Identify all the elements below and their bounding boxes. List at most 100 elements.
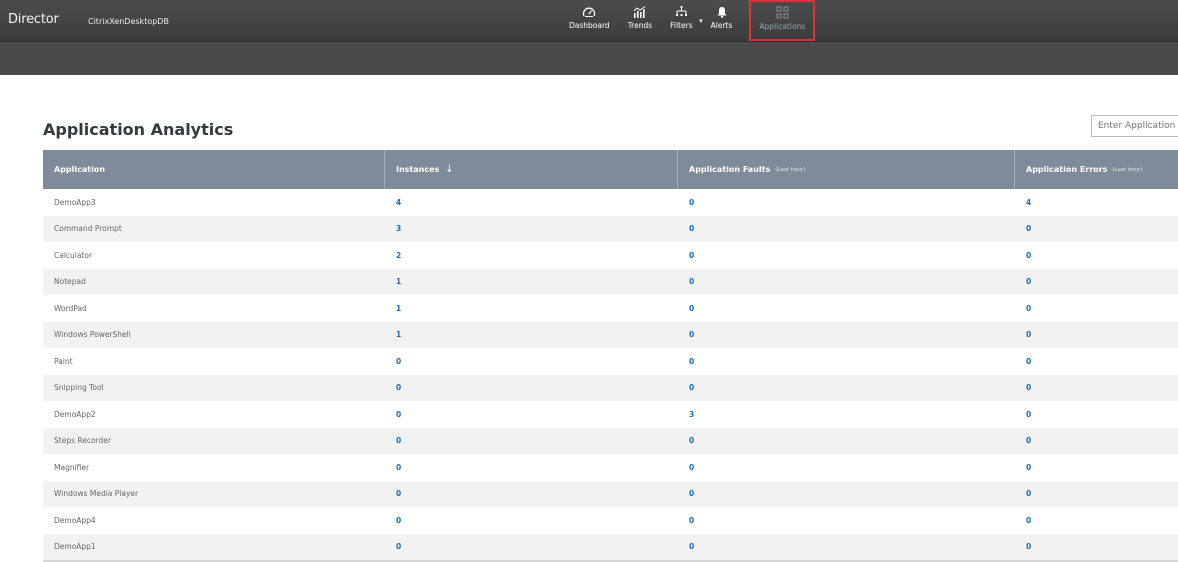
errors-link[interactable]: 0 bbox=[1015, 357, 1178, 366]
errors-link[interactable]: 0 bbox=[1015, 330, 1178, 339]
nav-label: Applications bbox=[759, 22, 806, 31]
instances-link[interactable]: 2 bbox=[385, 251, 678, 260]
table-row[interactable]: Magnifier 0 0 0 bbox=[43, 454, 1178, 481]
table-row[interactable]: Steps Recorder 0 0 0 bbox=[43, 427, 1178, 454]
errors-link[interactable]: 0 bbox=[1015, 516, 1178, 525]
page-title: Application Analytics bbox=[43, 120, 234, 139]
nav-label: Filters bbox=[670, 21, 693, 30]
instances-link[interactable]: 0 bbox=[385, 489, 678, 498]
instances-link[interactable]: 4 bbox=[385, 198, 678, 207]
errors-link[interactable]: 0 bbox=[1015, 224, 1178, 233]
errors-link[interactable]: 0 bbox=[1015, 383, 1178, 392]
table-row[interactable]: Command Prompt 3 0 0 bbox=[43, 215, 1178, 242]
faults-link[interactable]: 0 bbox=[678, 251, 1015, 260]
instances-link[interactable]: 0 bbox=[385, 542, 678, 551]
app-name-cell: Notepad bbox=[54, 277, 86, 287]
faults-link[interactable]: 0 bbox=[678, 224, 1015, 233]
faults-link[interactable]: 0 bbox=[678, 357, 1015, 366]
table-row[interactable]: DemoApp3 4 0 4 bbox=[43, 189, 1178, 216]
faults-link[interactable]: 0 bbox=[678, 542, 1015, 551]
faults-link[interactable]: 0 bbox=[678, 304, 1015, 313]
nav-label: Dashboard bbox=[569, 21, 610, 30]
table-row[interactable]: WordPad 1 0 0 bbox=[43, 295, 1178, 322]
nav-label: Trends bbox=[627, 21, 653, 30]
column-sublabel: (Last hour) bbox=[775, 166, 806, 173]
app-name-cell: WordPad bbox=[54, 303, 87, 313]
table-row[interactable]: DemoApp4 0 0 0 bbox=[43, 507, 1178, 534]
table-body: DemoApp3 4 0 4 Command Prompt 3 0 0 Calculator 2 0… bbox=[43, 189, 1178, 560]
instances-link[interactable]: 0 bbox=[385, 463, 678, 472]
nav-dashboard[interactable]: Dashboard bbox=[560, 0, 619, 41]
errors-link[interactable]: 0 bbox=[1015, 489, 1178, 498]
gauge-icon bbox=[583, 7, 596, 17]
instances-link[interactable]: 3 bbox=[385, 224, 678, 233]
errors-link[interactable]: 0 bbox=[1015, 410, 1178, 419]
column-header-instances[interactable]: Instances ↓ bbox=[385, 150, 678, 189]
app-name-cell: DemoApp2 bbox=[54, 409, 96, 419]
app-name-cell: Steps Recorder bbox=[54, 436, 111, 446]
nav-trends[interactable]: Trends bbox=[619, 0, 661, 41]
column-label: Application Faults bbox=[689, 165, 771, 174]
column-header-errors[interactable]: Application Errors (Last hour) bbox=[1015, 150, 1178, 189]
table-row[interactable]: Paint 0 0 0 bbox=[43, 348, 1178, 375]
table-row[interactable]: Notepad 1 0 0 bbox=[43, 268, 1178, 295]
instances-link[interactable]: 1 bbox=[385, 330, 678, 339]
table-row[interactable]: Windows PowerShell 1 0 0 bbox=[43, 321, 1178, 348]
bell-icon bbox=[717, 7, 726, 18]
nav-alerts[interactable]: Alerts bbox=[702, 0, 742, 41]
instances-link[interactable]: 1 bbox=[385, 304, 678, 313]
app-name-cell: DemoApp3 bbox=[54, 197, 96, 207]
app-name-cell: Windows Media Player bbox=[54, 489, 139, 499]
main-nav: Dashboard Trends Filters ▾ Alerts Applic… bbox=[560, 0, 816, 41]
table-row[interactable]: DemoApp1 0 0 0 bbox=[43, 533, 1178, 560]
sort-down-icon: ↓ bbox=[445, 164, 454, 175]
faults-link[interactable]: 0 bbox=[678, 198, 1015, 207]
errors-link[interactable]: 0 bbox=[1015, 542, 1178, 551]
sub-bar bbox=[0, 42, 1178, 75]
instances-link[interactable]: 0 bbox=[385, 436, 678, 445]
faults-link[interactable]: 0 bbox=[678, 516, 1015, 525]
app-name-cell: Paint bbox=[54, 356, 73, 366]
faults-link[interactable]: 0 bbox=[678, 383, 1015, 392]
faults-link[interactable]: 0 bbox=[678, 463, 1015, 472]
errors-link[interactable]: 4 bbox=[1015, 198, 1178, 207]
app-name-cell: DemoApp4 bbox=[54, 515, 96, 525]
faults-link[interactable]: 0 bbox=[678, 436, 1015, 445]
errors-link[interactable]: 0 bbox=[1015, 277, 1178, 286]
table-row[interactable]: Snipping Tool 0 0 0 bbox=[43, 374, 1178, 401]
table-row[interactable]: DemoApp2 0 3 0 bbox=[43, 401, 1178, 428]
app-name-cell: DemoApp1 bbox=[54, 542, 96, 552]
grid-icon bbox=[776, 6, 789, 19]
table-row[interactable]: Windows Media Player 0 0 0 bbox=[43, 480, 1178, 507]
instances-link[interactable]: 1 bbox=[385, 277, 678, 286]
top-bar: Director CitrixXenDesktopDB Dashboard Tr… bbox=[0, 0, 1178, 42]
faults-link[interactable]: 0 bbox=[678, 330, 1015, 339]
errors-link[interactable]: 0 bbox=[1015, 304, 1178, 313]
errors-link[interactable]: 0 bbox=[1015, 251, 1178, 260]
app-name-cell: Calculator bbox=[54, 250, 93, 260]
nav-applications[interactable]: Applications bbox=[749, 0, 816, 41]
app-name-cell: Snipping Tool bbox=[54, 383, 104, 393]
faults-link[interactable]: 0 bbox=[678, 489, 1015, 498]
search-input[interactable] bbox=[1091, 115, 1178, 137]
trends-icon bbox=[634, 6, 646, 18]
instances-link[interactable]: 0 bbox=[385, 383, 678, 392]
applications-table: Application Instances ↓ Application Faul… bbox=[43, 150, 1178, 562]
column-header-faults[interactable]: Application Faults (Last hour) bbox=[678, 150, 1015, 189]
app-name-cell: Windows PowerShell bbox=[54, 330, 131, 340]
column-header-application[interactable]: Application bbox=[43, 150, 385, 189]
nav-filters[interactable]: Filters ▾ bbox=[661, 0, 703, 41]
instances-link[interactable]: 0 bbox=[385, 357, 678, 366]
column-sublabel: (Last hour) bbox=[1112, 166, 1143, 173]
column-label: Instances bbox=[396, 165, 440, 174]
column-label: Application bbox=[54, 165, 106, 174]
table-row[interactable]: Calculator 2 0 0 bbox=[43, 242, 1178, 269]
nav-label: Alerts bbox=[710, 21, 733, 30]
faults-link[interactable]: 0 bbox=[678, 277, 1015, 286]
instances-link[interactable]: 0 bbox=[385, 410, 678, 419]
errors-link[interactable]: 0 bbox=[1015, 436, 1178, 445]
instances-link[interactable]: 0 bbox=[385, 516, 678, 525]
errors-link[interactable]: 0 bbox=[1015, 463, 1178, 472]
faults-link[interactable]: 3 bbox=[678, 410, 1015, 419]
app-name-cell: Command Prompt bbox=[54, 224, 122, 234]
